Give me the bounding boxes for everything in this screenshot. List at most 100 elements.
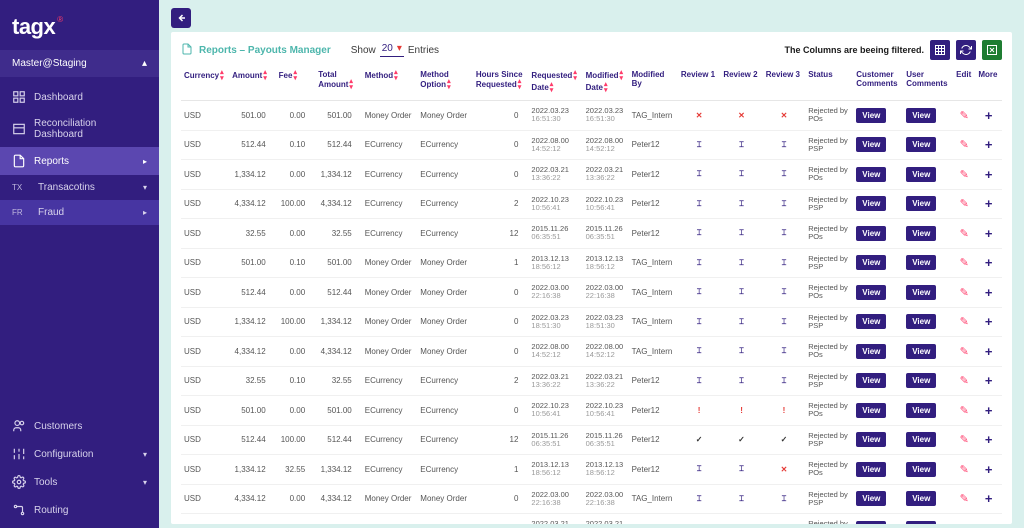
more-icon[interactable]: + bbox=[985, 167, 993, 182]
col-amount[interactable]: Amount▴▾ bbox=[229, 64, 276, 101]
edit-icon[interactable]: ✎ bbox=[960, 316, 969, 328]
grid-view-button[interactable] bbox=[930, 40, 950, 60]
nav-routing[interactable]: Routing bbox=[0, 496, 159, 524]
view-customer-button[interactable]: View bbox=[856, 314, 886, 329]
back-button[interactable] bbox=[171, 8, 191, 28]
view-user-button[interactable]: View bbox=[906, 403, 936, 418]
view-user-button[interactable]: View bbox=[906, 344, 936, 359]
col-total[interactable]: TotalAmount▴▾ bbox=[315, 64, 362, 101]
view-user-button[interactable]: View bbox=[906, 167, 936, 182]
edit-icon[interactable]: ✎ bbox=[960, 169, 969, 181]
view-customer-button[interactable]: View bbox=[856, 403, 886, 418]
edit-icon[interactable]: ✎ bbox=[960, 375, 969, 387]
view-customer-button[interactable]: View bbox=[856, 462, 886, 477]
edit-icon[interactable]: ✎ bbox=[960, 139, 969, 151]
col-method-option[interactable]: MethodOption▴▾ bbox=[417, 64, 473, 101]
view-customer-button[interactable]: View bbox=[856, 344, 886, 359]
col-currency[interactable]: Currency▴▾ bbox=[181, 64, 229, 101]
view-customer-button[interactable]: View bbox=[856, 255, 886, 270]
view-user-button[interactable]: View bbox=[906, 462, 936, 477]
edit-icon[interactable]: ✎ bbox=[960, 346, 969, 358]
more-icon[interactable]: + bbox=[985, 285, 993, 300]
view-customer-button[interactable]: View bbox=[856, 432, 886, 447]
view-user-button[interactable]: View bbox=[906, 432, 936, 447]
edit-icon[interactable]: ✎ bbox=[960, 257, 969, 269]
nav-customers[interactable]: Customers bbox=[0, 412, 159, 440]
col-edit[interactable]: Edit bbox=[953, 64, 975, 101]
view-customer-button[interactable]: View bbox=[856, 167, 886, 182]
nav-configuration[interactable]: Configuration ▾ bbox=[0, 440, 159, 468]
edit-icon[interactable]: ✎ bbox=[960, 434, 969, 446]
view-user-button[interactable]: View bbox=[906, 285, 936, 300]
view-user-button[interactable]: View bbox=[906, 108, 936, 123]
edit-icon[interactable]: ✎ bbox=[960, 110, 969, 122]
view-user-button[interactable]: View bbox=[906, 521, 936, 524]
more-icon[interactable]: + bbox=[985, 255, 993, 270]
view-customer-button[interactable]: View bbox=[856, 373, 886, 388]
cell-method: ECurrency bbox=[362, 455, 418, 485]
view-customer-button[interactable]: View bbox=[856, 226, 886, 241]
routing-icon bbox=[12, 503, 26, 517]
nav-reports[interactable]: Reports ▸ bbox=[0, 147, 159, 175]
nav-transactions[interactable]: TX Transacotins ▾ bbox=[0, 175, 159, 200]
edit-icon[interactable]: ✎ bbox=[960, 523, 969, 524]
view-customer-button[interactable]: View bbox=[856, 137, 886, 152]
view-user-button[interactable]: View bbox=[906, 226, 936, 241]
edit-icon[interactable]: ✎ bbox=[960, 228, 969, 240]
edit-icon[interactable]: ✎ bbox=[960, 405, 969, 417]
nav-recon[interactable]: Reconciliation Dashboard bbox=[0, 111, 159, 147]
nav-dashboard[interactable]: Dashboard bbox=[0, 83, 159, 111]
view-customer-button[interactable]: View bbox=[856, 521, 886, 524]
more-icon[interactable]: + bbox=[985, 373, 993, 388]
more-icon[interactable]: + bbox=[985, 462, 993, 477]
col-hours[interactable]: Hours SinceRequested▴▾ bbox=[473, 64, 529, 101]
more-icon[interactable]: + bbox=[985, 344, 993, 359]
cell-fee: 100.00 bbox=[276, 425, 316, 455]
view-user-button[interactable]: View bbox=[906, 196, 936, 211]
view-user-button[interactable]: View bbox=[906, 255, 936, 270]
cell-user: View bbox=[903, 160, 953, 190]
edit-icon[interactable]: ✎ bbox=[960, 464, 969, 476]
col-status[interactable]: Status bbox=[805, 64, 853, 101]
view-user-button[interactable]: View bbox=[906, 373, 936, 388]
col-fee[interactable]: Fee▴▾ bbox=[276, 64, 316, 101]
view-user-button[interactable]: View bbox=[906, 137, 936, 152]
more-icon[interactable]: + bbox=[985, 314, 993, 329]
refresh-button[interactable] bbox=[956, 40, 976, 60]
more-icon[interactable]: + bbox=[985, 432, 993, 447]
more-icon[interactable]: + bbox=[985, 491, 993, 506]
col-modified-by[interactable]: ModifiedBy bbox=[629, 64, 678, 101]
view-user-button[interactable]: View bbox=[906, 314, 936, 329]
col-cust-comments[interactable]: CustomerComments bbox=[853, 64, 903, 101]
entries-selector[interactable]: Show 20▾ Entries bbox=[351, 43, 439, 57]
edit-icon[interactable]: ✎ bbox=[960, 493, 969, 505]
more-icon[interactable]: + bbox=[985, 403, 993, 418]
col-review2[interactable]: Review 2 bbox=[720, 64, 762, 101]
col-modified[interactable]: Modified▴▾Date▴▾ bbox=[583, 64, 629, 101]
col-review3[interactable]: Review 3 bbox=[763, 64, 805, 101]
table-wrap[interactable]: Currency▴▾ Amount▴▾ Fee▴▾ TotalAmount▴▾ … bbox=[171, 64, 1012, 524]
cell-requested: 2022.10.2310:56:41 bbox=[528, 189, 582, 219]
col-review1[interactable]: Review 1 bbox=[678, 64, 720, 101]
edit-icon[interactable]: ✎ bbox=[960, 198, 969, 210]
col-more[interactable]: More bbox=[975, 64, 1002, 101]
view-customer-button[interactable]: View bbox=[856, 491, 886, 506]
view-customer-button[interactable]: View bbox=[856, 285, 886, 300]
nav-fraud[interactable]: FR Fraud ▸ bbox=[0, 200, 159, 225]
more-icon[interactable]: + bbox=[985, 108, 993, 123]
view-customer-button[interactable]: View bbox=[856, 108, 886, 123]
export-excel-button[interactable] bbox=[982, 40, 1002, 60]
cell-edit: ✎ bbox=[953, 455, 975, 485]
view-customer-button[interactable]: View bbox=[856, 196, 886, 211]
more-icon[interactable]: + bbox=[985, 521, 993, 524]
env-selector[interactable]: Master@Staging ▴ bbox=[0, 50, 159, 77]
more-icon[interactable]: + bbox=[985, 226, 993, 241]
nav-tools[interactable]: Tools ▾ bbox=[0, 468, 159, 496]
col-user-comments[interactable]: UserComments bbox=[903, 64, 953, 101]
more-icon[interactable]: + bbox=[985, 196, 993, 211]
edit-icon[interactable]: ✎ bbox=[960, 287, 969, 299]
col-requested[interactable]: Requested▴▾Date▴▾ bbox=[528, 64, 582, 101]
view-user-button[interactable]: View bbox=[906, 491, 936, 506]
col-method[interactable]: Method▴▾ bbox=[362, 64, 418, 101]
more-icon[interactable]: + bbox=[985, 137, 993, 152]
